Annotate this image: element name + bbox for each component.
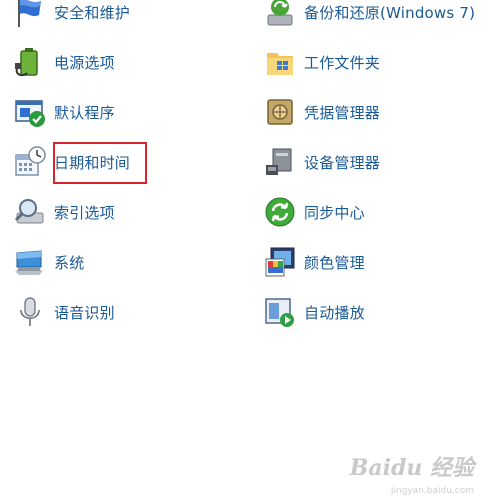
item-color-management[interactable]: 颜色管理 <box>262 242 365 282</box>
item-label: 同步中心 <box>304 203 365 222</box>
battery-plug-icon <box>12 44 48 80</box>
work-folder-icon <box>262 44 298 80</box>
monitor-icon <box>12 244 48 280</box>
item-security-maintenance[interactable]: 安全和维护 <box>12 0 130 32</box>
item-autoplay[interactable]: 自动播放 <box>262 292 365 332</box>
item-label: 系统 <box>54 253 85 272</box>
item-label: 语音识别 <box>54 303 115 322</box>
item-credential-manager[interactable]: 凭据管理器 <box>262 92 380 132</box>
microphone-icon <box>12 294 48 330</box>
item-sync-center[interactable]: 同步中心 <box>262 192 365 232</box>
device-manager-icon <box>262 144 298 180</box>
item-power-options[interactable]: 电源选项 <box>12 42 115 82</box>
calendar-clock-icon <box>12 144 48 180</box>
item-label: 工作文件夹 <box>304 53 381 72</box>
autoplay-icon <box>262 294 298 330</box>
sync-icon <box>262 194 298 230</box>
item-device-manager[interactable]: 设备管理器 <box>262 142 380 182</box>
item-label: 电源选项 <box>54 53 115 72</box>
item-backup-restore[interactable]: 备份和还原(Windows 7) <box>262 0 475 32</box>
item-label: 凭据管理器 <box>304 103 381 122</box>
item-label: 设备管理器 <box>304 153 381 172</box>
item-label: 索引选项 <box>54 203 115 222</box>
watermark-url: jingyan.baidu.com <box>390 486 474 496</box>
item-indexing-options[interactable]: 索引选项 <box>12 192 115 232</box>
item-work-folders[interactable]: 工作文件夹 <box>262 42 380 82</box>
item-label: 自动播放 <box>304 303 365 322</box>
item-label: 备份和还原(Windows 7) <box>304 3 476 22</box>
item-label: 安全和维护 <box>54 3 131 22</box>
item-label: 默认程序 <box>54 103 115 122</box>
item-speech-recognition[interactable]: 语音识别 <box>12 292 115 332</box>
item-label: 颜色管理 <box>304 253 365 272</box>
vault-icon <box>262 94 298 130</box>
flag-icon <box>12 0 48 30</box>
baidu-watermark: Baidu 经验 <box>349 455 474 481</box>
item-system[interactable]: 系统 <box>12 242 84 282</box>
magnifier-drive-icon <box>12 194 48 230</box>
backup-icon <box>262 0 298 30</box>
default-programs-icon <box>12 94 48 130</box>
highlight-box <box>53 142 147 184</box>
item-default-programs[interactable]: 默认程序 <box>12 92 115 132</box>
color-management-icon <box>262 244 298 280</box>
